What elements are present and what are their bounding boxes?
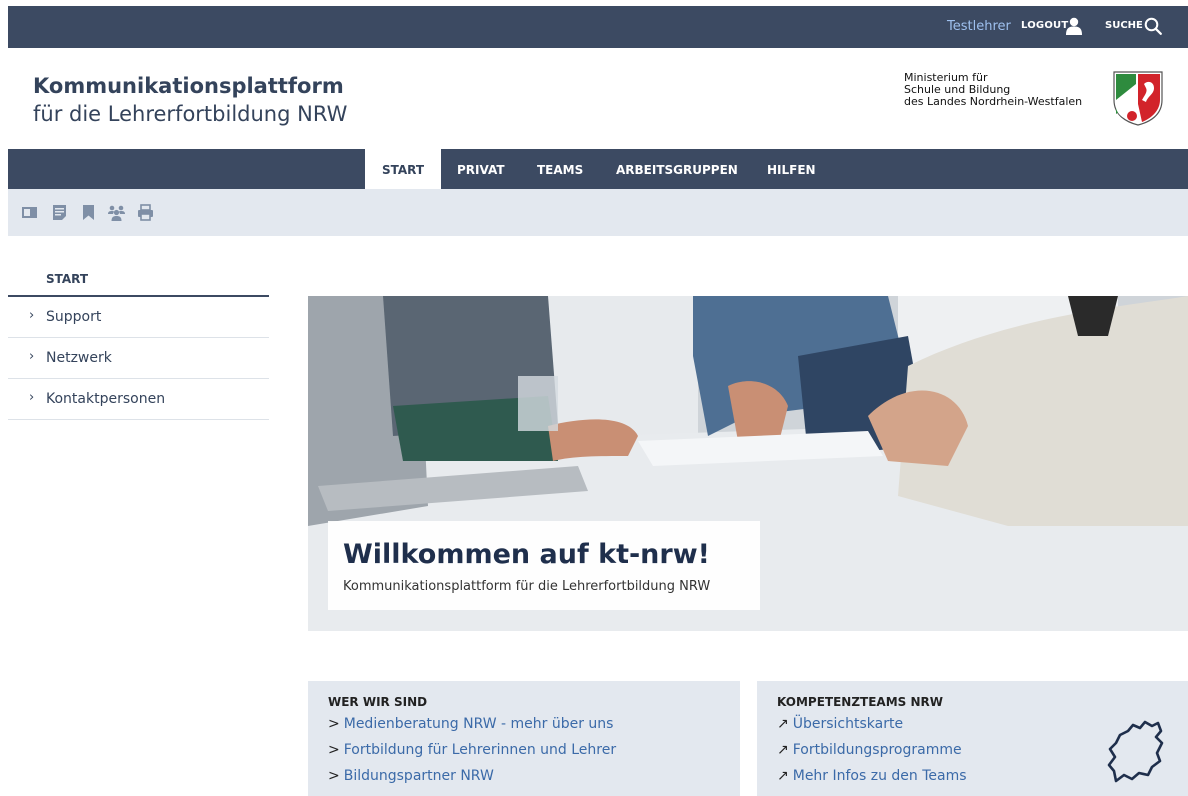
box-link-bildungspartner[interactable]: > Bildungspartner NRW xyxy=(328,768,494,784)
nav-tab-teams[interactable]: TEAMS xyxy=(537,149,583,189)
box-title: KOMPETENZTEAMS NRW xyxy=(777,695,943,709)
wer-wir-sind-box: WER WIR SIND > Medienberatung NRW - mehr … xyxy=(308,681,740,796)
chevron-right-icon: > xyxy=(328,768,340,784)
box-link-mehr-infos[interactable]: ↗ Mehr Infos zu den Teams xyxy=(777,768,967,784)
notes-icon[interactable] xyxy=(51,204,68,221)
bookmark-icon[interactable] xyxy=(80,204,97,221)
chevron-right-icon: › xyxy=(29,390,35,405)
nav-tab-arbeitsgruppen[interactable]: ARBEITSGRUPPEN xyxy=(616,149,738,189)
ministry-logo-text[interactable]: Ministerium für Schule und Bildung des L… xyxy=(904,72,1082,108)
external-arrow-icon: ↗ xyxy=(777,742,789,758)
sidebar-item-label: Kontaktpersonen xyxy=(46,391,166,407)
main-navigation: START PRIVAT TEAMS ARBEITSGRUPPEN HILFEN xyxy=(8,149,1188,189)
hero-subtitle: Kommunikationsplattform für die Lehrerfo… xyxy=(343,579,711,594)
card-view-icon[interactable] xyxy=(21,204,38,221)
sidebar-item-kontaktpersonen[interactable]: › Kontaktpersonen xyxy=(8,379,269,420)
hero-card: Willkommen auf kt-nrw! Kommunikationspla… xyxy=(328,521,760,610)
nrw-map-icon xyxy=(1107,720,1164,783)
chevron-right-icon: › xyxy=(29,308,35,323)
user-name-link[interactable]: Testlehrer xyxy=(947,19,1011,34)
box-link-label: Übersichtskarte xyxy=(792,716,904,732)
site-title[interactable]: Kommunikationsplattform xyxy=(33,74,344,98)
sidebar-item-label: Support xyxy=(46,309,102,325)
user-icon[interactable] xyxy=(1066,17,1082,35)
search-button[interactable]: SUCHE xyxy=(1105,20,1143,31)
nav-tab-privat[interactable]: PRIVAT xyxy=(457,149,505,189)
hero-banner: Willkommen auf kt-nrw! Kommunikationspla… xyxy=(308,296,1188,631)
hero-title: Willkommen auf kt-nrw! xyxy=(343,539,710,570)
top-bar: Testlehrer LOGOUT SUCHE xyxy=(8,6,1188,48)
box-link-uebersichtskarte[interactable]: ↗ Übersichtskarte xyxy=(777,716,903,732)
chevron-right-icon: > xyxy=(328,742,340,758)
team-icon[interactable] xyxy=(108,204,125,221)
page-toolbar xyxy=(8,189,1188,236)
external-arrow-icon: ↗ xyxy=(777,716,789,732)
chevron-right-icon: › xyxy=(29,349,35,364)
box-link-label: Bildungspartner NRW xyxy=(343,768,494,784)
chevron-right-icon: > xyxy=(328,716,340,732)
box-link-label: Mehr Infos zu den Teams xyxy=(792,768,967,784)
box-link-medienberatung[interactable]: > Medienberatung NRW - mehr über uns xyxy=(328,716,613,732)
nav-tab-hilfen[interactable]: HILFEN xyxy=(767,149,816,189)
kompetenzteams-box: KOMPETENZTEAMS NRW ↗ Übersichtskarte ↗ For… xyxy=(757,681,1188,796)
nrw-crest-icon[interactable] xyxy=(1112,70,1164,126)
external-arrow-icon: ↗ xyxy=(777,768,789,784)
sidebar-item-support[interactable]: › Support xyxy=(8,297,269,338)
box-link-label: Medienberatung NRW - mehr über uns xyxy=(343,716,614,732)
site-subtitle: für die Lehrerfortbildung NRW xyxy=(33,102,348,126)
sidebar-item-label: Netzwerk xyxy=(46,350,112,366)
box-link-fortbildungsprogramme[interactable]: ↗ Fortbildungsprogramme xyxy=(777,742,962,758)
sidebar-item-netzwerk[interactable]: › Netzwerk xyxy=(8,338,269,379)
logout-button[interactable]: LOGOUT xyxy=(1021,20,1068,31)
search-icon[interactable] xyxy=(1144,17,1162,35)
sidebar-heading[interactable]: START xyxy=(46,272,88,286)
box-link-label: Fortbildungsprogramme xyxy=(792,742,962,758)
box-link-label: Fortbildung für Lehrerinnen und Lehrer xyxy=(343,742,617,758)
box-title: WER WIR SIND xyxy=(328,695,428,709)
ministry-line: des Landes Nordrhein-Westfalen xyxy=(904,95,1083,108)
box-link-fortbildung[interactable]: > Fortbildung für Lehrerinnen und Lehrer xyxy=(328,742,616,758)
print-icon[interactable] xyxy=(137,204,154,221)
nav-tab-start[interactable]: START xyxy=(365,149,442,189)
